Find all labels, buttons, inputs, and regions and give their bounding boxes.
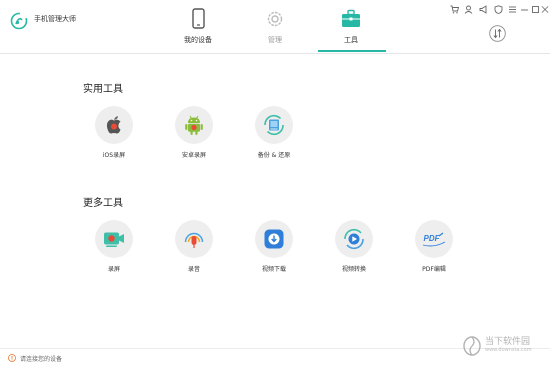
tab-manage[interactable]: 管理	[239, 0, 311, 54]
tool-icon-bg	[335, 220, 373, 258]
section-title-practical-tools: 实用工具	[83, 84, 123, 95]
tool-backup-restore[interactable]: 备份 & 还原	[244, 106, 304, 166]
tool-label: 备份 & 还原	[257, 152, 291, 159]
pdf-edit-icon: PDF	[422, 232, 446, 247]
minimize-icon[interactable]	[520, 5, 529, 14]
video-convert-icon	[344, 228, 364, 250]
svg-text:PDF: PDF	[424, 234, 441, 243]
section-title-more-tools: 更多工具	[83, 198, 123, 209]
tab-label: 我的设备	[184, 36, 212, 44]
tool-icon-bg	[175, 106, 213, 144]
tool-label: 安卓录屏	[181, 152, 206, 159]
connection-status: 请连接您的设备	[20, 356, 63, 363]
warning-icon	[8, 354, 16, 362]
android-record-icon	[185, 115, 203, 135]
tool-label: 视频下载	[261, 266, 286, 273]
tool-video-convert[interactable]: 视频转换	[324, 220, 384, 280]
tool-label: PDF编辑	[422, 266, 446, 273]
watermark-url: www.downxia.com	[485, 347, 532, 353]
tool-android-screen-record[interactable]: 安卓录屏	[164, 106, 224, 166]
screen-record-icon	[104, 232, 124, 247]
gear-icon	[267, 11, 283, 27]
close-icon[interactable]	[541, 5, 549, 14]
tool-label: 视频转换	[341, 266, 366, 273]
video-download-icon	[264, 229, 284, 249]
apple-record-icon	[106, 116, 121, 134]
tool-ios-screen-record[interactable]: iOS录屏	[84, 106, 144, 166]
sort-icon[interactable]	[489, 25, 506, 42]
watermark-logo-icon	[463, 336, 481, 356]
tool-icon-bg	[255, 220, 293, 258]
tool-icon-bg	[95, 106, 133, 144]
window-controls	[450, 5, 540, 15]
backup-restore-icon	[264, 114, 284, 136]
tab-label: 管理	[268, 36, 282, 44]
tab-tools[interactable]: 工具	[315, 0, 387, 54]
app-title: 手机管理大师	[34, 15, 76, 23]
cart-icon[interactable]	[450, 5, 459, 14]
menu-icon[interactable]	[508, 5, 517, 14]
active-tab-indicator	[318, 50, 386, 52]
tool-label: iOS录屏	[102, 152, 126, 159]
tool-icon-bg	[95, 220, 133, 258]
tab-my-devices[interactable]: 我的设备	[162, 0, 234, 54]
toolbox-icon	[342, 9, 360, 27]
tool-icon-bg	[175, 220, 213, 258]
watermark-name: 当下软件园	[485, 337, 531, 347]
app-logo-icon	[10, 12, 28, 30]
tool-label: 录屏	[107, 266, 120, 273]
watermark: 当下软件园 www.downxia.com	[462, 333, 542, 359]
user-icon[interactable]	[464, 5, 473, 14]
tab-label: 工具	[344, 36, 358, 44]
megaphone-icon[interactable]	[479, 5, 488, 14]
tool-icon-bg: PDF	[415, 220, 453, 258]
phone-icon	[192, 8, 205, 29]
tool-audio-record[interactable]: 录音	[164, 220, 224, 280]
tool-pdf-edit[interactable]: PDF PDF编辑	[404, 220, 464, 280]
tool-icon-bg	[255, 106, 293, 144]
tool-screen-record[interactable]: 录屏	[84, 220, 144, 280]
maximize-icon[interactable]	[531, 5, 540, 14]
tool-video-download[interactable]: 视频下载	[244, 220, 304, 280]
app-window: 手机管理大师 我的设备 管理 工具 实用工具 iOS录屏 安卓录屏 备份 & 还…	[0, 0, 550, 367]
audio-record-icon	[184, 232, 204, 248]
header: 手机管理大师 我的设备 管理 工具	[0, 0, 550, 54]
tool-label: 录音	[187, 266, 200, 273]
shield-icon[interactable]	[494, 5, 503, 14]
